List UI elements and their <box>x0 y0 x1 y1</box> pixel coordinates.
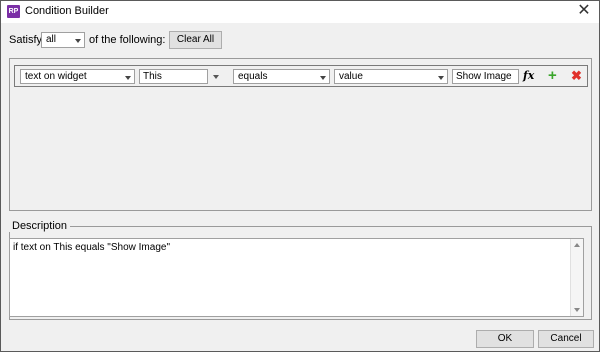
chevron-down-icon <box>438 76 444 80</box>
value-field[interactable]: Show Image <box>452 69 519 84</box>
app-icon: RP <box>7 5 20 18</box>
description-scrollbar[interactable] <box>570 239 583 316</box>
operator-value: equals <box>238 71 268 82</box>
operator-select[interactable]: equals <box>233 69 330 84</box>
clear-all-button[interactable]: Clear All <box>169 31 222 49</box>
satisfy-select[interactable]: all <box>41 32 85 48</box>
target-widget-field[interactable]: This <box>139 69 208 84</box>
scroll-down-icon[interactable] <box>574 308 580 312</box>
description-textarea[interactable]: if text on This equals "Show Image" <box>9 238 584 317</box>
chevron-down-icon <box>75 39 81 43</box>
condition-row: text on widget This equals value Show Im… <box>14 65 588 87</box>
compare-type-select[interactable]: value <box>334 69 448 84</box>
compare-type-value: value <box>339 71 363 82</box>
satisfy-suffix-label: of the following: <box>89 34 166 46</box>
condition-type-value: text on widget <box>25 71 87 82</box>
condition-type-select[interactable]: text on widget <box>20 69 135 84</box>
fx-icon[interactable]: fx <box>523 69 534 82</box>
chevron-down-icon <box>125 76 131 80</box>
target-dropdown-icon[interactable] <box>213 75 219 79</box>
satisfy-select-value: all <box>46 34 57 45</box>
ok-button[interactable]: OK <box>476 330 534 348</box>
add-condition-icon[interactable]: + <box>548 67 557 84</box>
title-bar: RP Condition Builder ✕ <box>1 1 599 23</box>
window-title: Condition Builder <box>25 5 109 17</box>
description-legend: Description <box>9 220 71 232</box>
chevron-down-icon <box>320 76 326 80</box>
delete-condition-icon[interactable]: ✖ <box>571 68 582 84</box>
conditions-panel: text on widget This equals value Show Im… <box>9 58 592 211</box>
condition-builder-window: RP Condition Builder ✕ Satisfy all of th… <box>0 0 600 352</box>
description-text: if text on This equals "Show Image" <box>13 242 170 253</box>
satisfy-row: Satisfy all of the following: Clear All <box>1 31 599 53</box>
satisfy-label: Satisfy <box>9 34 43 46</box>
cancel-button[interactable]: Cancel <box>538 330 594 348</box>
close-icon[interactable]: ✕ <box>575 2 593 20</box>
scroll-up-icon[interactable] <box>574 243 580 247</box>
